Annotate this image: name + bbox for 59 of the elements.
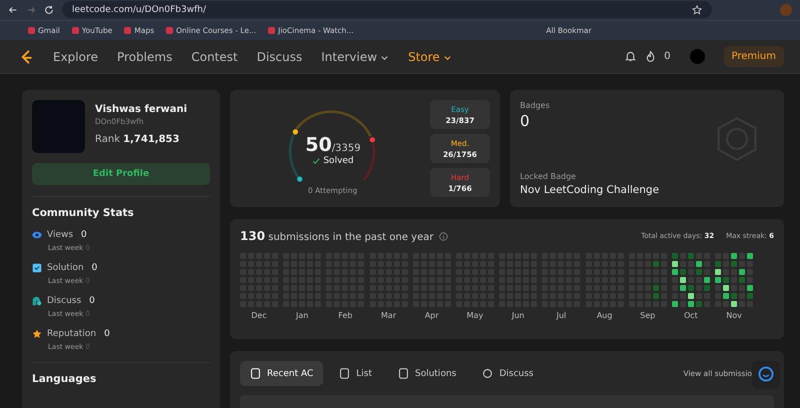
month-label: Feb (338, 311, 352, 320)
rank-text: Rank 1,741,853 (95, 134, 180, 145)
premium-button[interactable]: Premium (724, 46, 784, 67)
solved-count: 50/3359 (305, 134, 361, 156)
stat-label: Reputation (47, 329, 96, 339)
check-icon (312, 157, 320, 165)
stat-value: 0 (92, 263, 98, 273)
streak-count: 0 (664, 51, 670, 62)
stat-value: 0 (89, 296, 95, 306)
tab[interactable]: Recent AC (240, 361, 324, 386)
locked-badge-label: Locked Badge (520, 172, 577, 181)
bell-icon[interactable] (624, 50, 638, 63)
month-label: Apr (424, 311, 439, 320)
back-icon[interactable] (8, 4, 18, 15)
month-label: Mar (381, 311, 396, 320)
section-title: Languages (32, 373, 98, 385)
checkbox-icon (32, 263, 42, 273)
nav-link[interactable]: Interview (321, 50, 390, 64)
solved-label: Solved (323, 156, 354, 166)
badge-count: 0 (520, 112, 531, 130)
stat-label: Views (47, 230, 74, 240)
heatmap-drawing (715, 253, 754, 307)
photo-placeholder (32, 100, 85, 153)
month-label: May (466, 311, 484, 320)
nav-link[interactable]: Store (408, 50, 452, 64)
info-icon[interactable] (439, 232, 448, 240)
month-label: Nov (726, 311, 742, 320)
month-label: Jun (512, 311, 524, 320)
star-icon (32, 329, 42, 339)
stat-value: 0 (104, 329, 110, 339)
address-bar[interactable]: leetcode.com/u/DOn0Fb3wfh/ (62, 1, 712, 18)
month-label: Jul (556, 311, 566, 320)
url-text: leetcode.com/u/DOn0Fb3wfh/ (72, 4, 207, 15)
month-label: Aug (596, 311, 612, 320)
month-label: Dec (251, 311, 267, 320)
nav-link[interactable]: Discuss (256, 50, 302, 64)
eye-icon (32, 230, 42, 240)
stat-label: Discuss (47, 296, 82, 306)
month-label: Jan (296, 311, 308, 320)
heatmap-drawing (628, 253, 667, 307)
reload-icon[interactable] (44, 4, 54, 15)
stat-value: 0 (81, 230, 87, 240)
section-title: Community Stats (32, 207, 135, 219)
month-label: Sep (640, 311, 656, 320)
nav-link[interactable]: Contest (191, 50, 238, 64)
locked-badge-name: Nov LeetCoding Challenge (520, 184, 660, 196)
edit-profile-button[interactable]: Edit Profile (32, 163, 210, 185)
user-name: Vishwas ferwani (95, 104, 188, 115)
tab[interactable]: List (329, 361, 382, 386)
nav-link[interactable]: Problems (117, 50, 172, 64)
month-label: Oct (684, 311, 698, 320)
star-icon[interactable] (692, 4, 702, 15)
stat-label: Solution (47, 263, 84, 273)
heatmap-drawing (672, 253, 710, 307)
nav-link[interactable]: Explore (53, 50, 98, 64)
badges-title: Badges (520, 101, 551, 110)
tab[interactable]: Discuss (472, 361, 544, 386)
tab[interactable]: Solutions (388, 361, 466, 386)
submissions-title: 130 submissions in the past one year (240, 229, 434, 243)
